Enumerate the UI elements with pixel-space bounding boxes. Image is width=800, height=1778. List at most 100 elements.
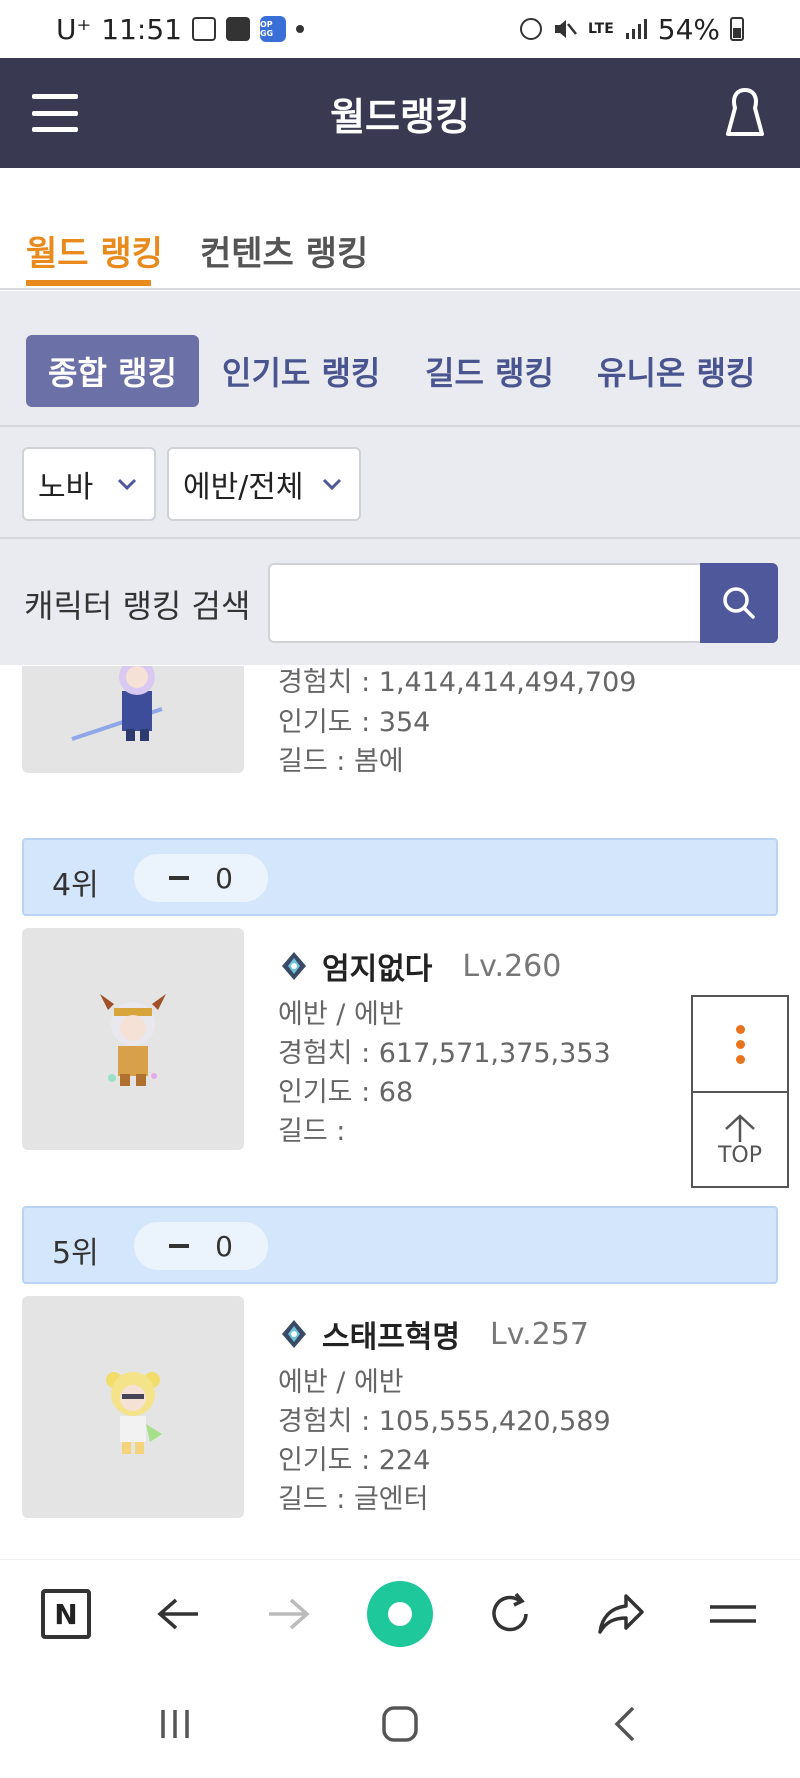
opgg-icon: OP GG [259,16,286,42]
floating-actions: TOP [691,995,789,1188]
main-tabs: 월드 랭킹 컨텐츠 랭킹 [0,168,800,290]
exp-text: 경험치 : 617,571,375,353 [278,1038,611,1069]
character-level: Lv.257 [490,1316,589,1352]
guild-text: 길드 : [278,1116,346,1147]
clock: 11:51 [101,12,182,46]
character-name-row: 엄지없다 Lv.260 [278,944,561,988]
character-avatar [22,928,244,1150]
status-bar: U⁺ 11:51 OP GG LTE 54% [0,0,800,58]
browser-menu-button[interactable] [703,1584,763,1644]
character-avatar [22,666,244,773]
home-button[interactable] [375,1699,425,1749]
character-level: Lv.260 [462,948,562,984]
green-button[interactable] [366,1580,434,1648]
app-header: 월드랭킹 [0,58,800,168]
carrier-label: U⁺ [56,12,92,46]
share-button[interactable] [591,1584,651,1644]
user-icon[interactable] [720,86,770,140]
status-left: U⁺ 11:51 OP GG [56,13,304,46]
forward-button[interactable] [259,1584,319,1644]
search-button[interactable] [700,563,778,643]
scroll-top-label: TOP [717,1143,763,1168]
ranking-controls: 종합 랭킹 인기도 랭킹 길드 랭킹 유니온 랭킹 노바 에반/전체 캐릭터 랭… [0,291,800,665]
menu-icon[interactable] [32,94,78,132]
arrow-up-icon [725,1114,755,1142]
battery-icon [730,17,744,41]
job-class-icon [282,1320,306,1348]
rank-label: 5위 [52,1236,99,1271]
character-sprite [100,994,166,1086]
subtab-fame-ranking[interactable]: 인기도 랭킹 [222,335,380,407]
character-name[interactable]: 엄지없다 [322,944,432,988]
fame-text: 인기도 : 68 [278,1077,414,1108]
no-change-icon [169,1244,190,1248]
exp-text: 경험치 : 1,414,414,494,709 [278,667,637,698]
fame-text: 인기도 : 354 [278,707,431,738]
more-dot [735,1054,745,1064]
system-back-button[interactable] [600,1699,650,1749]
naver-label: N [54,1597,78,1631]
more-options-button[interactable] [693,997,787,1093]
character-sprite [71,666,163,741]
rank-header: 5위 0 [22,1206,778,1284]
job-class-icon [282,952,306,980]
search-label: 캐릭터 랭킹 검색 [24,587,251,625]
fame-text: 인기도 : 224 [278,1445,431,1476]
note-icon [225,17,250,41]
chevron-down-icon [322,478,342,491]
search-input[interactable] [268,563,700,643]
character-name[interactable]: 스태프혁명 [322,1312,460,1356]
mute-icon [555,20,578,38]
rank-label: 4위 [52,868,99,903]
rank-change-value: 0 [215,861,233,895]
home-icon [382,1706,418,1742]
subtab-overall-ranking[interactable]: 종합 랭킹 [26,335,199,407]
network-label: LTE [588,21,614,37]
recent-apps-button[interactable] [150,1699,200,1749]
job-select-value: 에반/전체 [183,470,304,505]
guild-text: 길드 : 봄에 [278,746,404,777]
back-button[interactable] [148,1584,208,1644]
guild-text: 길드 : 글엔터 [278,1484,429,1515]
notification-dot-icon [295,25,304,33]
naver-home-button[interactable]: N [36,1584,96,1644]
arrow-left-icon [157,1598,198,1630]
menu-lines-icon [710,1605,756,1623]
scroll-top-button[interactable]: TOP [693,1093,787,1188]
rank-change-value: 0 [215,1229,233,1263]
subtab-union-ranking[interactable]: 유니온 랭킹 [597,335,755,407]
arrow-right-icon [269,1598,310,1630]
more-dot [735,1039,745,1049]
rank-change-badge: 0 [134,854,268,902]
subtab-guild-ranking[interactable]: 길드 랭킹 [425,335,554,407]
filter-row: 노바 에반/전체 [0,427,800,539]
tab-world-ranking[interactable]: 월드 랭킹 [26,226,163,275]
gallery-icon [191,17,216,41]
more-dots-icon [735,1024,745,1034]
no-change-icon [169,876,190,880]
sub-tabs: 종합 랭킹 인기도 랭킹 길드 랭킹 유니온 랭킹 [0,291,800,427]
exp-text: 경험치 : 105,555,420,589 [278,1406,611,1437]
green-dot-icon [367,1581,433,1647]
tab-content-ranking[interactable]: 컨텐츠 랭킹 [200,226,368,275]
job-text: 에반 / 에반 [278,999,404,1030]
system-nav-bar [0,1669,800,1778]
world-select[interactable]: 노바 [22,447,156,521]
browser-toolbar: N [0,1559,800,1669]
refresh-button[interactable] [480,1584,540,1644]
page-title: 월드랭킹 [330,94,470,139]
battery-percent: 54% [657,12,720,46]
naver-icon: N [41,1589,91,1639]
rank-header: 4위 0 [22,838,778,916]
chevron-down-icon [117,478,137,491]
character-sprite [106,1372,162,1454]
character-avatar [22,1296,244,1518]
job-text: 에반 / 에반 [278,1367,404,1398]
search-icon [723,587,755,619]
share-icon [598,1594,644,1634]
search-row: 캐릭터 랭킹 검색 [0,539,800,665]
status-right: LTE 54% [520,13,744,46]
world-select-value: 노바 [38,470,94,505]
chevron-left-icon [614,1706,635,1742]
job-select[interactable]: 에반/전체 [167,447,361,521]
